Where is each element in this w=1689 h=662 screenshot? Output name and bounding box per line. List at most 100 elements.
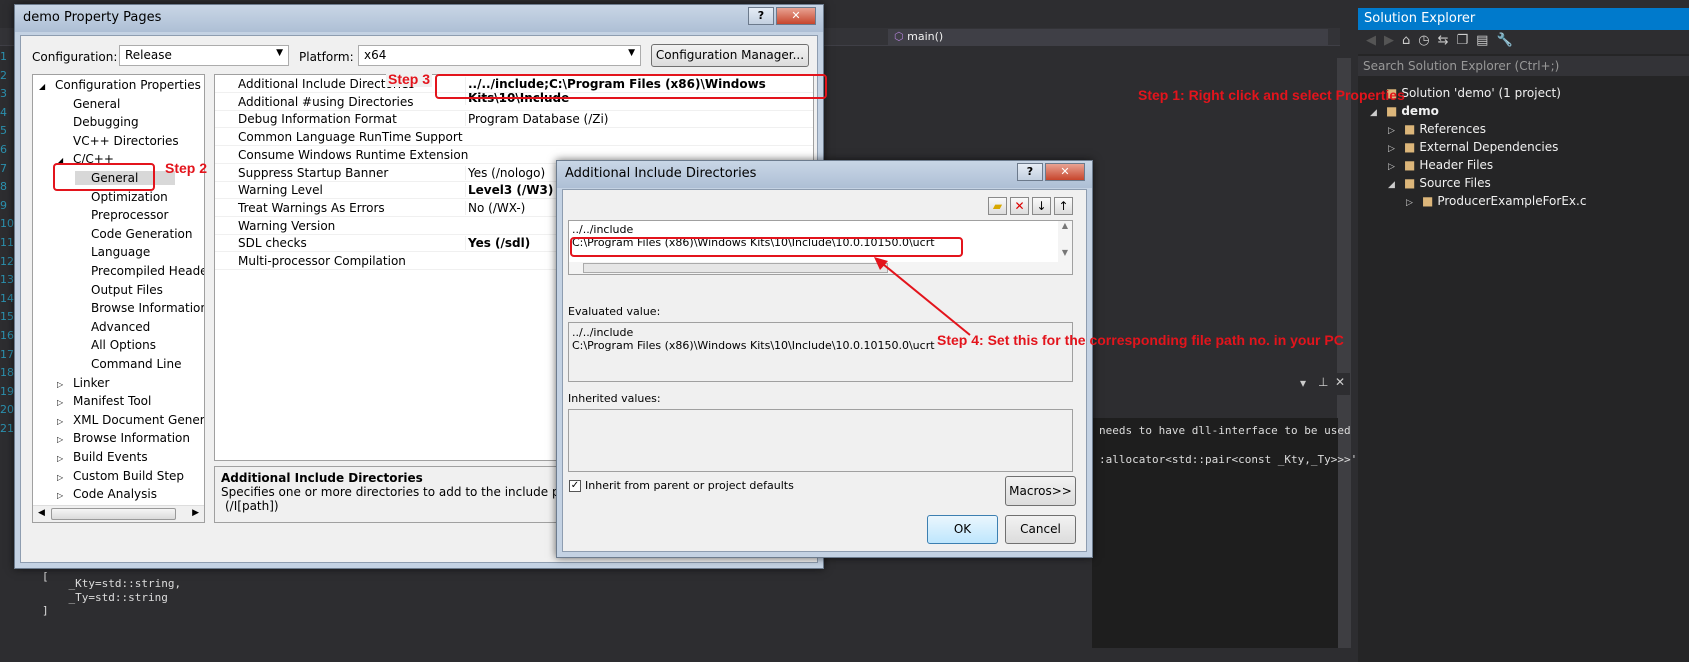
- property-value[interactable]: No (/WX-): [465, 200, 525, 215]
- tree-item[interactable]: Browse Information: [75, 301, 204, 315]
- expander-icon[interactable]: ▷: [1406, 198, 1422, 208]
- tree-item[interactable]: VC++ Directories: [57, 134, 179, 148]
- expander-icon[interactable]: ▷: [57, 380, 73, 389]
- show-all-icon[interactable]: ▤: [1476, 33, 1496, 48]
- history-icon[interactable]: ◷: [1418, 33, 1437, 48]
- property-tree: ◢ Configuration Properties General Debuggin…: [32, 74, 205, 523]
- scroll-thumb[interactable]: [51, 508, 176, 520]
- tree-item[interactable]: ▷ XML Document Generat: [57, 413, 204, 427]
- move-up-button[interactable]: ↑: [1054, 197, 1073, 215]
- property-name: Warning Version: [238, 218, 336, 233]
- sync-icon[interactable]: ⇆: [1438, 33, 1457, 48]
- tree-item[interactable]: General: [57, 97, 120, 111]
- tree-item[interactable]: Debugging: [57, 115, 139, 129]
- solution-tree-item[interactable]: ◢ ■ demo: [1370, 104, 1439, 118]
- property-row[interactable]: Debug Information Format Program Database…: [215, 110, 813, 129]
- pin-icon[interactable]: ⊥: [1318, 375, 1328, 389]
- tree-item[interactable]: Advanced: [75, 320, 150, 334]
- platform-select[interactable]: x64 ▼: [358, 45, 641, 66]
- solution-explorer: Solution Explorer ◀▶⌂◷⇆❐▤🔧 Search Soluti…: [1358, 8, 1689, 662]
- line-number: 13: [0, 273, 14, 287]
- property-value[interactable]: Level3 (/W3): [465, 183, 553, 198]
- cancel-button[interactable]: Cancel: [1005, 515, 1076, 544]
- item-icon: ■: [1422, 194, 1434, 208]
- list-horizontal-scrollbar[interactable]: [569, 262, 1058, 274]
- tree-item[interactable]: ▷ Custom Build Step: [57, 469, 184, 483]
- dropdown-icon[interactable]: ▾: [1300, 376, 1306, 390]
- chevron-down-icon: ▼: [628, 48, 635, 58]
- inherit-checkbox[interactable]: ✓: [569, 480, 581, 492]
- nav-function-dropdown[interactable]: ⬡ main(): [888, 29, 1328, 45]
- tree-item[interactable]: ▷ Linker: [57, 376, 109, 390]
- line-number: 8: [0, 180, 7, 194]
- line-number-gutter: 1 2 3 4 5 6 7 8 9 10 11 12 13 14 15 16 17 18 19 20 21: [0, 48, 14, 435]
- configuration-manager-button[interactable]: Configuration Manager...: [651, 44, 809, 67]
- tree-item[interactable]: Optimization: [75, 190, 168, 204]
- property-row[interactable]: Common Language RunTime Support: [215, 128, 813, 147]
- property-value[interactable]: Program Database (/Zi): [465, 112, 608, 127]
- property-name: Treat Warnings As Errors: [238, 200, 385, 215]
- expander-icon[interactable]: ▷: [57, 454, 73, 463]
- back-icon[interactable]: ◀: [1366, 33, 1384, 48]
- tree-item[interactable]: Precompiled Header: [75, 264, 204, 278]
- editor-scrollbar[interactable]: [1337, 58, 1351, 648]
- annotation-step1: Step 1: Right click and select Propertie…: [1138, 87, 1405, 103]
- expander-icon[interactable]: ▷: [57, 491, 73, 500]
- help-button[interactable]: ?: [748, 7, 774, 25]
- tree-item[interactable]: Code Generation: [75, 227, 192, 241]
- expander-icon[interactable]: ◢: [39, 82, 55, 91]
- tree-horizontal-scrollbar[interactable]: ◀ ▶: [33, 505, 204, 522]
- new-line-button[interactable]: ▰: [988, 197, 1007, 215]
- include-directories-dialog: Additional Include Directories ? ✕ ▰ ✕ ↓…: [556, 160, 1093, 558]
- solution-tree-item[interactable]: ◢ ■ Source Files: [1388, 176, 1491, 190]
- property-name: Common Language RunTime Support: [238, 130, 463, 145]
- tree-item[interactable]: Preprocessor: [75, 208, 168, 222]
- close-button[interactable]: ✕: [776, 7, 816, 25]
- ok-button[interactable]: OK: [927, 515, 998, 544]
- solution-tree-item[interactable]: ▷ ■ References: [1388, 122, 1486, 136]
- property-value[interactable]: Yes (/nologo): [465, 165, 545, 180]
- tree-item[interactable]: ▷ Browse Information: [57, 431, 190, 445]
- tree-item[interactable]: Language: [75, 245, 150, 259]
- expander-icon[interactable]: ▷: [57, 417, 73, 426]
- expander-icon[interactable]: ◢: [1388, 180, 1404, 190]
- solution-search-input[interactable]: Search Solution Explorer (Ctrl+;): [1358, 56, 1689, 76]
- home-icon[interactable]: ⌂: [1402, 33, 1418, 48]
- tree-item[interactable]: Command Line: [75, 357, 182, 371]
- move-down-button[interactable]: ↓: [1032, 197, 1051, 215]
- tree-item[interactable]: ▷ Build Events: [57, 450, 148, 464]
- solution-tree-item[interactable]: ▷ ■ ProducerExampleForEx.c: [1406, 194, 1586, 208]
- include-entry[interactable]: ../../include: [572, 223, 1069, 236]
- expander-icon[interactable]: ▷: [1388, 162, 1404, 172]
- list-vertical-scrollbar[interactable]: ▲ ▼: [1058, 221, 1072, 274]
- expander-icon[interactable]: ▷: [57, 398, 73, 407]
- tree-item[interactable]: Output Files: [75, 283, 163, 297]
- close-button[interactable]: ✕: [1045, 163, 1085, 181]
- delete-button[interactable]: ✕: [1010, 197, 1029, 215]
- help-button[interactable]: ?: [1017, 163, 1043, 181]
- evaluated-value-label: Evaluated value:: [568, 305, 661, 318]
- solution-item-label: Solution 'demo' (1 project): [1401, 86, 1561, 100]
- tree-item[interactable]: ▷ Manifest Tool: [57, 394, 151, 408]
- expander-icon[interactable]: ◢: [1370, 108, 1386, 118]
- tree-item[interactable]: ◢ Configuration Properties: [39, 78, 201, 92]
- solution-tree-item[interactable]: ▷ ■ Header Files: [1388, 158, 1493, 172]
- inherit-checkbox-label[interactable]: Inherit from parent or project defaults: [585, 479, 794, 492]
- expander-icon[interactable]: ▷: [57, 473, 73, 482]
- collapse-icon[interactable]: ❐: [1457, 33, 1477, 48]
- close-icon[interactable]: ✕: [1335, 375, 1345, 389]
- configuration-select[interactable]: Release ▼: [119, 45, 289, 66]
- expander-icon[interactable]: ▷: [1388, 126, 1404, 136]
- properties-wrench-icon[interactable]: 🔧: [1496, 33, 1520, 48]
- property-value[interactable]: Yes (/sdl): [465, 236, 530, 251]
- tree-item[interactable]: All Options: [75, 338, 156, 352]
- macros-button[interactable]: Macros>>: [1005, 476, 1076, 506]
- scroll-right-icon[interactable]: ▶: [192, 508, 199, 518]
- tree-item[interactable]: ▷ Code Analysis: [57, 487, 157, 501]
- expander-icon[interactable]: ▷: [1388, 144, 1404, 154]
- forward-icon[interactable]: ▶: [1384, 33, 1402, 48]
- scroll-left-icon[interactable]: ◀: [38, 508, 45, 518]
- expander-icon[interactable]: ▷: [57, 435, 73, 444]
- scroll-thumb[interactable]: [583, 263, 888, 273]
- solution-tree-item[interactable]: ▷ ■ External Dependencies: [1388, 140, 1558, 154]
